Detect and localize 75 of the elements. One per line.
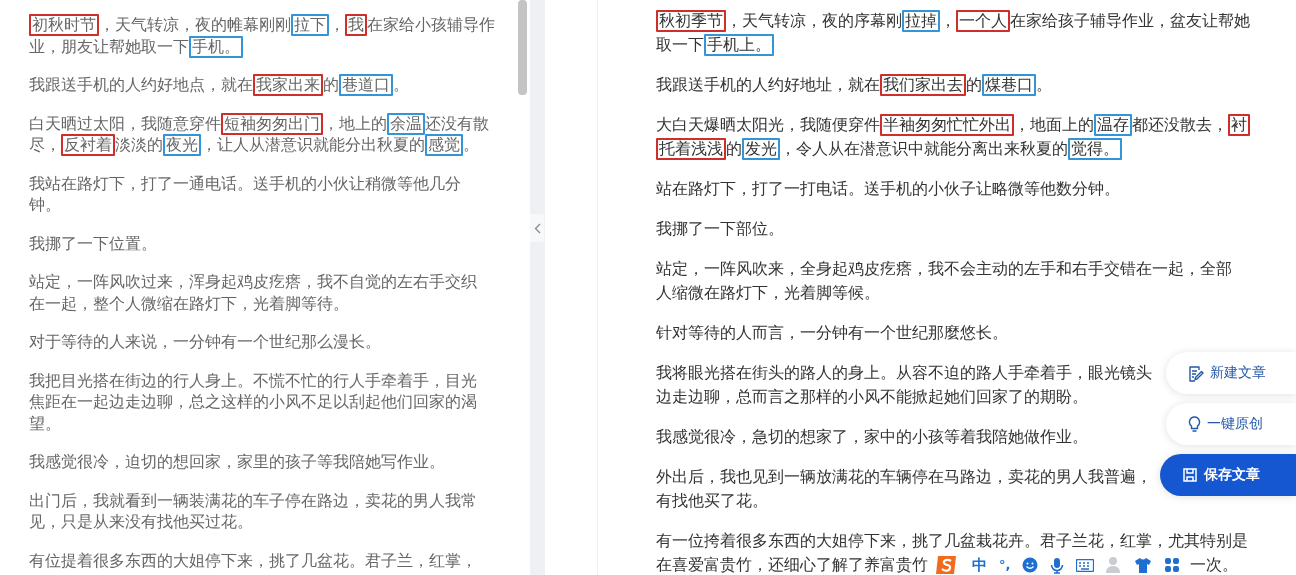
- grid-icon[interactable]: [1164, 557, 1181, 573]
- text-line: 见，只是从来没有找他买过花。: [29, 512, 253, 533]
- action-button[interactable]: 保存文章: [1160, 454, 1296, 496]
- text-line: 外出后，我也见到一辆放满花的车辆停在马路边，卖花的男人我普遍，: [656, 467, 1152, 488]
- highlight-box: 发光: [742, 138, 780, 160]
- highlight-box: 温存: [1094, 114, 1132, 136]
- save-icon: [1182, 467, 1198, 483]
- text-line: 初秋时节 ，天气转凉，夜的帷幕刚刚 拉下 ， 我 在家给小孩辅导作: [29, 15, 495, 37]
- text-line: 针对等待的人而言，一分钟有一个世纪那麼悠长。: [656, 323, 1008, 344]
- text-line: 我跟送手机的人约好地点，就在 我家出来 的 巷道口 。: [29, 75, 409, 97]
- text-line: 大白天爆晒太阳光，我随便穿件 半袖匆匆忙忙外出 ，地面上的 温存 都还没散去， 衬: [656, 113, 1250, 137]
- text-line: 我跟送手机的人约好地址，就在 我们家出去 的 煤巷口 。: [656, 73, 1052, 97]
- text-line: 托着浅浅 的 发光 ，令人从在潜意识中就能分离出来秋夏的 觉得。: [656, 137, 1122, 161]
- text-line: 我挪了一下部位。: [656, 219, 784, 240]
- highlight-box: 感觉: [425, 134, 463, 156]
- text-line: 站定，一阵风吹来，全身起鸡皮疙瘩，我不会主动的左手和右手交错在一起，全部: [656, 259, 1232, 280]
- text-line: 我把目光搭在街边的行人身上。不慌不忙的行人手牵着手，目光: [29, 370, 477, 392]
- input-mode-toggle[interactable]: 中: [972, 553, 987, 575]
- scrollbar-thumb[interactable]: [518, 0, 527, 95]
- highlight-box: 拉下: [291, 14, 329, 36]
- text-line: 有找他买了花。: [656, 491, 768, 512]
- text-line: 望。: [29, 413, 61, 435]
- highlight-box: 觉得。: [1068, 138, 1122, 160]
- text-line: 在一起，整个人微缩在路灯下，光着脚等待。: [29, 293, 349, 315]
- text-line: 我站在路灯下，打了一通电话。送手机的小伙让稍微等他几分: [29, 173, 461, 195]
- text-line: 秋初季节 ，天气转凉，夜的序幕刚 拉掉 ， 一个人 在家给孩子辅导作业，盆友让帮她: [656, 9, 1250, 33]
- highlight-box: 反衬着: [61, 134, 115, 156]
- text-line: 钟。: [29, 195, 61, 216]
- text-line: 我感觉很冷，迫切的想回家，家里的孩子等我陪她写作业。: [29, 452, 445, 473]
- shirt-icon[interactable]: [1134, 557, 1153, 573]
- text-line: 焦距在一起边走边聊，总之这样的小风不足以刮起他们回家的渴: [29, 392, 477, 413]
- text-line: 对于等待的人来说，一分钟有一个世纪那么漫长。: [29, 332, 381, 353]
- punctuation-toggle[interactable]: °,: [999, 553, 1011, 575]
- smiley-icon[interactable]: [1022, 557, 1039, 573]
- highlight-box: 初秋时节: [29, 14, 99, 36]
- highlight-box: 巷道口: [339, 74, 393, 96]
- text-line: 一次。: [1190, 555, 1239, 575]
- text-line: 业，朋友让帮她取一下 手机。: [29, 36, 243, 58]
- keyboard-icon[interactable]: [1076, 558, 1095, 572]
- chevron-left-icon: [533, 222, 541, 234]
- highlight-box: 托着浅浅: [656, 138, 726, 160]
- text-line: 站在路灯下，打了一打电话。送手机的小伙子让略微等他数分钟。: [656, 179, 1120, 200]
- microphone-icon[interactable]: [1050, 556, 1065, 574]
- text-line: 边走边聊，总而言之那样的小风不能掀起她们回家了的期盼。: [656, 387, 1088, 408]
- action-button[interactable]: 一键原创: [1166, 403, 1296, 445]
- text-line: 我挪了一下位置。: [29, 233, 157, 255]
- highlight-box: 拉掉: [902, 10, 940, 32]
- action-button[interactable]: 新建文章: [1166, 352, 1296, 394]
- highlight-box: 煤巷口: [982, 74, 1036, 96]
- text-line: 尽， 反衬着 淡淡的 夜光 ，让人从潜意识就能分出秋夏的 感觉 。: [29, 135, 479, 157]
- highlight-box: 我家出来: [253, 74, 323, 96]
- text-line: 我感觉很冷，急切的想家了，家中的小孩等着我陪她做作业。: [656, 427, 1088, 448]
- highlight-box: 我们家出去: [880, 74, 966, 96]
- highlight-box: 衬: [1228, 114, 1250, 136]
- highlight-box: 短袖匆匆出门: [221, 112, 323, 135]
- text-line: 取一下 手机上。: [656, 33, 774, 57]
- text-line: 站定，一阵风吹过来，浑身起鸡皮疙瘩，我不自觉的左右手交织: [29, 272, 477, 293]
- text-line: 白天晒过太阳，我随意穿件 短袖匆匆出门 ，地上的 余温 还没有散: [29, 113, 489, 135]
- text-line: 有位提着很多东西的大姐停下来，挑了几盆花。君子兰，红掌，: [29, 550, 477, 572]
- text-line: 人缩微在路灯下，光着脚等候。: [656, 283, 880, 304]
- text-line: 我将眼光搭在街头的路人的身上。从容不迫的路人手牵着手，眼光镜头: [656, 363, 1152, 384]
- highlight-box: 余温: [387, 112, 425, 135]
- text-line: 出门后，我就看到一辆装满花的车子停在路边，卖花的男人我常: [29, 490, 477, 512]
- highlight-box: 一个人: [956, 10, 1010, 32]
- highlight-box: 手机上。: [704, 34, 774, 56]
- highlight-box: 我: [345, 14, 367, 36]
- lightbulb-icon: [1188, 415, 1201, 433]
- highlight-box: 夜光: [163, 134, 201, 156]
- highlight-box: 手机。: [189, 35, 243, 58]
- highlight-box: 秋初季节: [656, 10, 726, 32]
- collapse-button[interactable]: [530, 214, 544, 242]
- text-line: 在喜爱富贵竹，还细心了解了养富贵竹: [656, 555, 928, 575]
- edit-document-icon: [1188, 364, 1204, 382]
- text-line: 有一位挎着很多东西的大姐停下来，挑了几盆栽花卉。君子兰花，红掌，尤其特别是: [656, 531, 1248, 552]
- highlight-box: 半袖匆匆忙忙外出: [880, 114, 1014, 136]
